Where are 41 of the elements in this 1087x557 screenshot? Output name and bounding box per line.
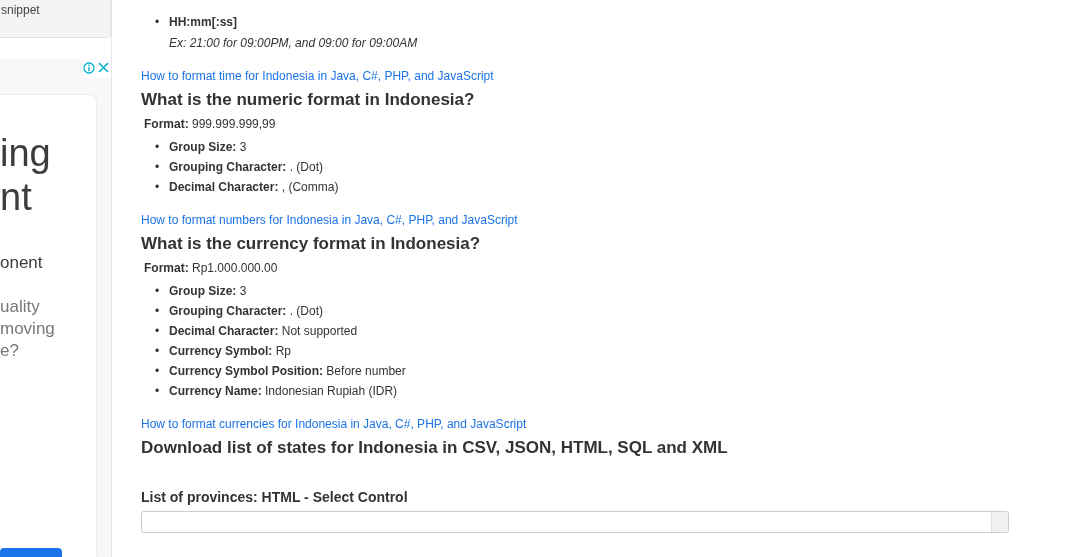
select-label: List of provinces: HTML - Select Control (141, 489, 409, 505)
list-item: Decimal Character: Not supported (169, 323, 358, 340)
scrollbar[interactable] (991, 512, 1008, 532)
bullet: • (155, 179, 161, 196)
ad-text: nt (0, 175, 32, 219)
bullet: • (155, 323, 161, 340)
bullet: • (155, 363, 161, 380)
list-item: Currency Name: Indonesian Rupiah (IDR) (169, 383, 398, 400)
ad-button[interactable] (0, 548, 62, 557)
bullet: • (155, 159, 161, 176)
format-example: Ex: 21:00 for 09:00PM, and 09:00 for 09:00AM (169, 35, 418, 52)
ad-text: e? (0, 340, 19, 362)
bullet: • (155, 139, 161, 156)
close-icon[interactable] (98, 62, 109, 73)
snippet-text: snippet (1, 3, 40, 17)
section-heading: What is the currency format in Indonesia? (141, 233, 482, 255)
list-item: Group Size: 3 (169, 139, 247, 156)
bullet: • (155, 283, 161, 300)
format-line: Format: Rp1.000.000.00 (144, 261, 279, 275)
list-item: Grouping Character: . (Dot) (169, 159, 324, 176)
bullet: • (155, 343, 161, 360)
section-heading: What is the numeric format in Indonesia? (141, 89, 476, 111)
ad-text: moving (0, 318, 55, 340)
info-icon[interactable] (83, 62, 95, 74)
section-heading: Download list of states for Indonesia in CSV, JSON, HTML, SQL and XML (141, 437, 729, 459)
ad-text: onent (0, 252, 43, 274)
format-link[interactable]: How to format numbers for Indonesia in Java, C#, PHP, and JavaScript (141, 213, 518, 227)
list-item: Grouping Character: . (Dot) (169, 303, 324, 320)
ad-text: uality (0, 296, 40, 318)
format-line: Format: 999.999.999,99 (144, 117, 277, 131)
bullet: • (155, 303, 161, 320)
list-item: Currency Symbol Position: Before number (169, 363, 406, 380)
list-item: Decimal Character: , (Comma) (169, 179, 339, 196)
list-item: Currency Symbol: Rp (169, 343, 292, 360)
bullet: • (155, 14, 161, 31)
format-link[interactable]: How to format time for Indonesia in Java, C#, PHP, and JavaScript (141, 69, 494, 83)
format-link[interactable]: How to format currencies for Indonesia in Java, C#, PHP, and JavaScript (141, 417, 527, 431)
bullet: • (155, 383, 161, 400)
ad-text: ing (0, 131, 51, 175)
format-pattern: HH:mm[:ss] (169, 14, 238, 31)
list-item: Group Size: 3 (169, 283, 247, 300)
